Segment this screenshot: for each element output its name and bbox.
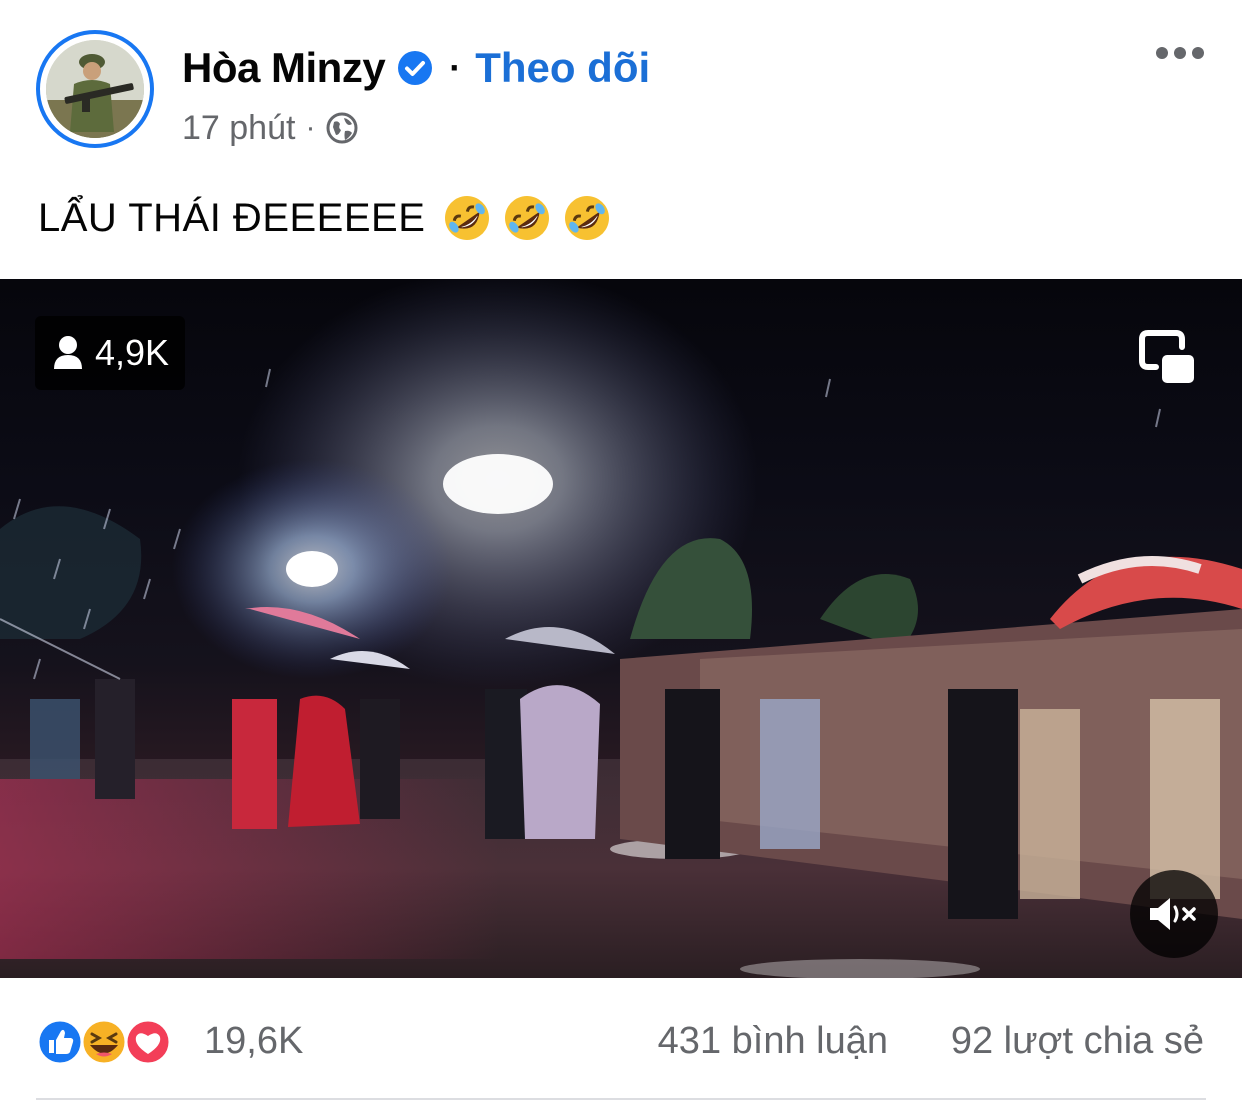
author-row: Hòa Minzy · Theo dõi (182, 40, 650, 96)
post-stats: 19,6K 431 bình luận 92 lượt chia sẻ (0, 1010, 1242, 1074)
live-viewer-badge: 4,9K (35, 316, 186, 390)
post-meta: 17 phút · (182, 104, 359, 152)
viewer-count: 4,9K (95, 332, 170, 373)
mute-button[interactable] (1130, 870, 1218, 958)
author-avatar[interactable] (36, 30, 154, 148)
meta-separator: · (305, 111, 316, 144)
avatar-photo (46, 40, 144, 138)
like-icon (36, 1018, 84, 1066)
love-icon (124, 1018, 172, 1066)
picture-in-picture-icon[interactable] (1136, 327, 1198, 389)
more-options-icon[interactable] (1154, 38, 1206, 68)
reaction-icons[interactable] (36, 1014, 186, 1070)
post-caption: LẨU THÁI ĐEEEEEE (38, 188, 621, 248)
video-player[interactable]: 4,9K (0, 279, 1242, 978)
speaker-muted-icon (1150, 898, 1196, 930)
rolling-on-floor-laughing-emoji (565, 196, 610, 240)
author-name[interactable]: Hòa Minzy (182, 44, 386, 92)
comment-count[interactable]: 431 bình luận (658, 1020, 888, 1063)
rolling-on-floor-laughing-emoji (445, 196, 490, 240)
post-text: LẨU THÁI ĐEEEEEE (38, 195, 426, 240)
reaction-count[interactable]: 19,6K (204, 1020, 303, 1063)
haha-icon (80, 1018, 128, 1066)
rolling-on-floor-laughing-emoji (505, 196, 550, 240)
follow-button[interactable]: Theo dõi (475, 44, 650, 92)
post-header: Hòa Minzy · Theo dõi 17 phút · (0, 0, 1242, 160)
globe-icon[interactable] (325, 111, 359, 145)
post-timestamp[interactable]: 17 phút (182, 109, 295, 148)
name-separator: · (449, 47, 462, 88)
caption-emojis (441, 192, 621, 244)
divider (36, 1098, 1206, 1100)
person-icon (54, 336, 82, 369)
share-count[interactable]: 92 lượt chia sẻ (951, 1020, 1204, 1063)
video-frame (0, 279, 1242, 978)
verified-badge-icon (398, 51, 433, 85)
